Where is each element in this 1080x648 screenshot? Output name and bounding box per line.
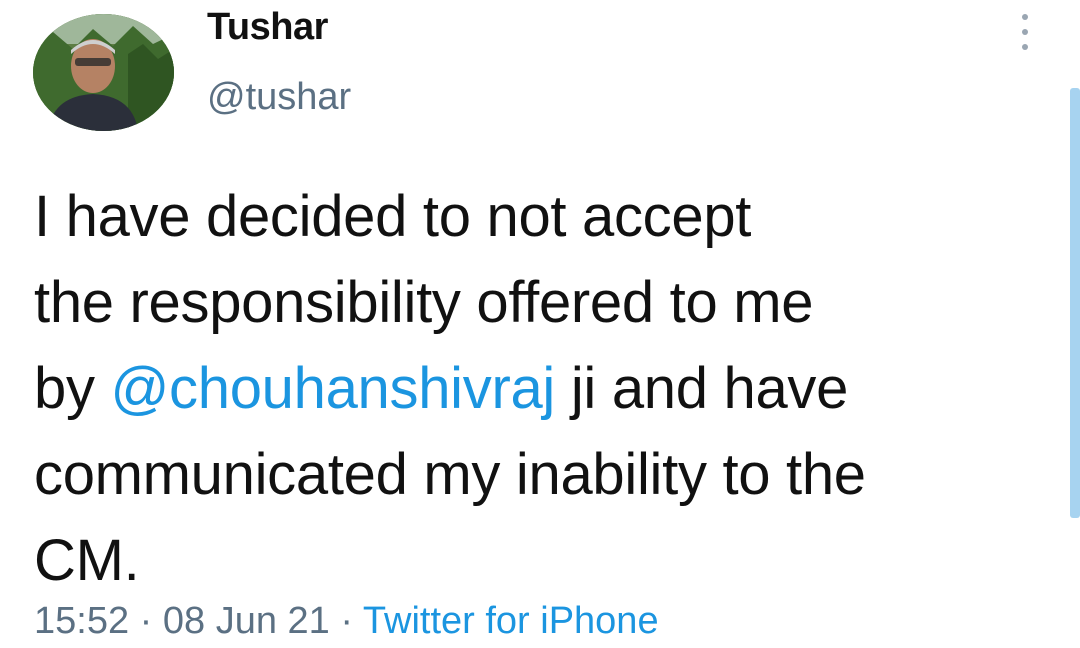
scrollbar[interactable] <box>1070 88 1080 518</box>
tweet-line: the responsibility offered to me <box>34 270 814 335</box>
tweet-text-segment: by <box>34 356 111 421</box>
tweet-meta: 15:52 · 08 Jun 21 · Twitter for iPhone <box>34 600 659 643</box>
author-name[interactable]: Tushar <box>207 6 328 49</box>
tweet-date[interactable]: 08 Jun 21 <box>163 600 330 642</box>
tweet-source-link[interactable]: Twitter for iPhone <box>363 600 659 642</box>
meta-separator: · <box>329 600 363 642</box>
avatar[interactable] <box>33 14 174 131</box>
tweet-line: I have decided to not accept <box>34 184 752 249</box>
author-handle[interactable]: @tushar <box>207 76 351 119</box>
tweet-line: communicated my inability to the <box>34 442 866 507</box>
mention-link[interactable]: @chouhanshivraj <box>110 356 555 421</box>
tweet-text: I have decided to not accept the respons… <box>34 174 1054 604</box>
more-vertical-icon[interactable] <box>1014 14 1036 50</box>
tweet-time[interactable]: 15:52 <box>34 600 129 642</box>
tweet-text-segment: ji and have <box>555 356 849 421</box>
tweet-line: CM. <box>34 528 140 593</box>
meta-separator: · <box>129 600 163 642</box>
tweet-line: by @chouhanshivraj ji and have <box>34 346 1054 432</box>
